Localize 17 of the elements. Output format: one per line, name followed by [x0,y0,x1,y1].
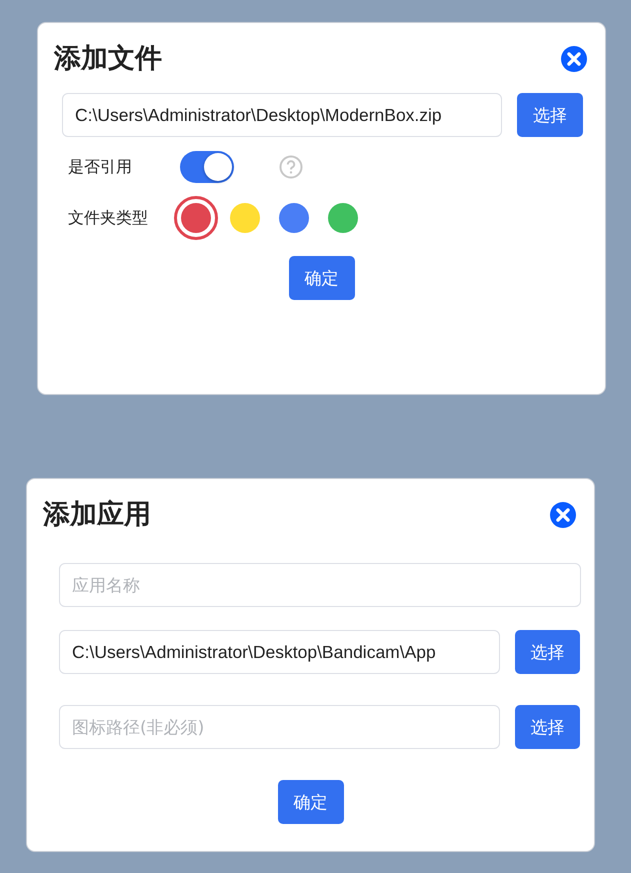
choose-button[interactable]: 选择 [515,630,580,674]
choose-button[interactable]: 选择 [517,93,583,137]
dialog-title: 添加应用 [43,498,151,532]
choose-button[interactable]: 选择 [515,705,580,749]
close-icon[interactable] [560,45,588,73]
folder-type-label: 文件夹类型 [68,208,149,228]
icon-path-field[interactable]: 图标路径(非必须) [59,705,500,749]
close-icon[interactable] [549,501,577,529]
app-path-field[interactable]: C:\Users\Administrator\Desktop\Bandicam\App [59,630,500,674]
confirm-button[interactable]: 确定 [278,780,344,824]
color-option[interactable] [174,196,218,240]
reference-toggle[interactable] [180,151,234,183]
reference-label: 是否引用 [68,156,133,178]
dialog-title: 添加文件 [54,42,162,76]
app-name-field[interactable]: 应用名称 [59,563,581,607]
confirm-button[interactable]: 确定 [288,256,354,300]
path-field[interactable]: C:\Users\Administrator\Desktop\ModernBox.zip [62,93,502,137]
